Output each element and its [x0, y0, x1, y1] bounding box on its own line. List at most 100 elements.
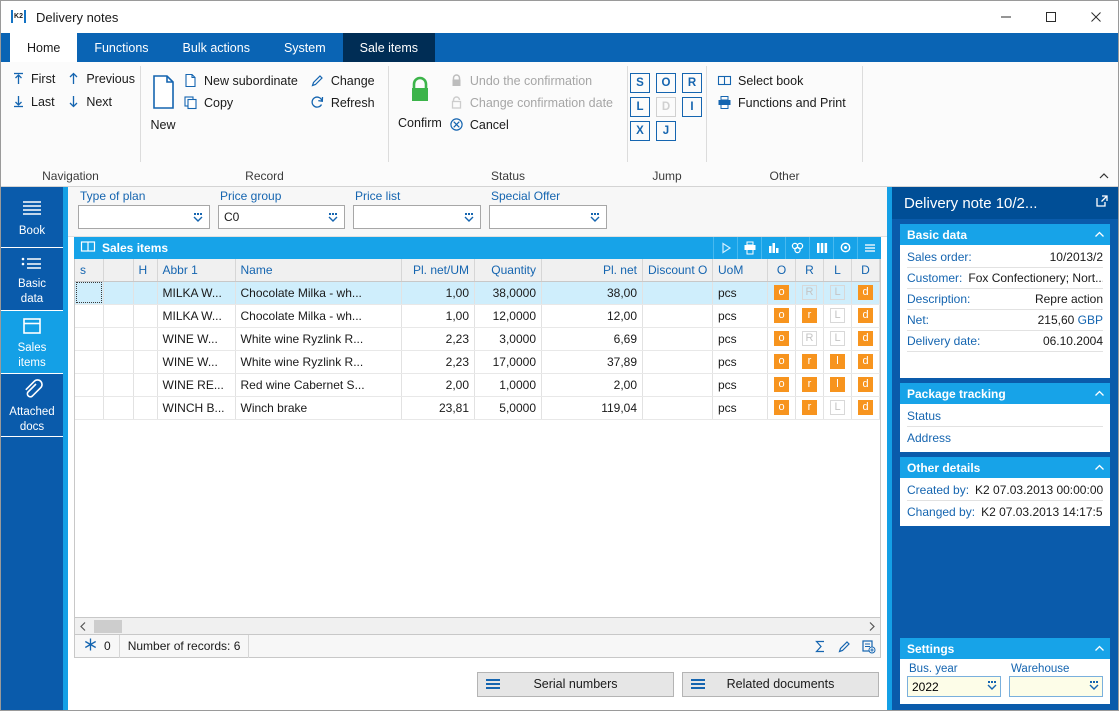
col-l[interactable]: L	[823, 259, 852, 282]
serial-numbers-button[interactable]: Serial numbers	[477, 671, 674, 697]
col-pl-net[interactable]: Pl. net	[541, 259, 643, 282]
section-other-details-header[interactable]: Other details	[900, 457, 1110, 478]
cell-s[interactable]	[75, 396, 104, 420]
cell-s[interactable]	[75, 373, 104, 397]
cell-flag-r[interactable]: r	[795, 350, 824, 374]
cell-flag-o[interactable]: o	[767, 304, 796, 328]
new-record-button[interactable]: New	[147, 68, 179, 132]
cell-flag-r[interactable]: r	[795, 373, 824, 397]
col-pl-net-um[interactable]: Pl. net/UM	[401, 259, 475, 282]
table-row[interactable]: WINE RE... Red wine Cabernet S... 2,00 1…	[75, 373, 880, 397]
section-basic-data-header[interactable]: Basic data	[900, 224, 1110, 245]
change-button[interactable]: Change	[306, 70, 383, 91]
price-list-select[interactable]	[353, 205, 481, 229]
col-quantity[interactable]: Quantity	[474, 259, 542, 282]
cell-s[interactable]	[75, 304, 104, 328]
cell-flag-d[interactable]: d	[851, 396, 880, 420]
undo-confirmation-button[interactable]: Undo the confirmation	[445, 70, 621, 91]
add-record-icon[interactable]	[856, 635, 880, 658]
menu-icon[interactable]	[857, 237, 881, 259]
tab-system[interactable]: System	[267, 33, 343, 62]
jump-button-d[interactable]: D	[656, 97, 676, 117]
cell-flag-o[interactable]: o	[767, 396, 796, 420]
section-package-tracking-header[interactable]: Package tracking	[900, 383, 1110, 404]
cell-flag-d[interactable]: d	[851, 327, 880, 351]
maximize-icon[interactable]	[1028, 1, 1073, 33]
cell-flag-o[interactable]: o	[767, 281, 796, 305]
jump-button-j[interactable]: J	[656, 121, 676, 141]
close-icon[interactable]	[1073, 1, 1118, 33]
cell-flag-l[interactable]: l	[823, 350, 852, 374]
horizontal-scrollbar[interactable]	[74, 618, 881, 635]
cell-s[interactable]	[75, 327, 104, 351]
col-d[interactable]: D	[851, 259, 880, 282]
cell-s[interactable]	[75, 350, 104, 374]
col-s[interactable]: s	[75, 259, 104, 282]
tab-bulk-actions[interactable]: Bulk actions	[166, 33, 267, 62]
warehouse-select[interactable]	[1009, 676, 1103, 697]
cell-flag-l[interactable]: L	[823, 281, 852, 305]
table-row[interactable]: WINCH B... Winch brake 23,81 5,0000 119,…	[75, 396, 880, 420]
jump-button-r[interactable]: R	[682, 73, 702, 93]
special-offer-select[interactable]	[489, 205, 607, 229]
cancel-button[interactable]: Cancel	[445, 114, 621, 135]
chevron-up-icon[interactable]	[1092, 642, 1106, 656]
bus-year-select[interactable]: 2022	[907, 676, 1001, 697]
col-h[interactable]: H	[133, 259, 158, 282]
select-book-button[interactable]: Select book	[713, 70, 854, 91]
marked-records[interactable]: 0	[75, 634, 120, 658]
print-icon[interactable]	[737, 237, 761, 259]
cell-flag-r[interactable]: r	[795, 304, 824, 328]
confirm-button[interactable]: Confirm	[395, 68, 445, 130]
scrollbar-thumb[interactable]	[94, 619, 122, 633]
cell-flag-d[interactable]: d	[851, 350, 880, 374]
functions-and-print-button[interactable]: Functions and Print	[713, 92, 854, 113]
chevron-up-icon[interactable]	[1092, 387, 1106, 401]
open-external-icon[interactable]	[1094, 193, 1110, 213]
scrollbar-track[interactable]	[92, 619, 863, 634]
col-abbr1[interactable]: Abbr 1	[157, 259, 236, 282]
jump-button-o[interactable]: O	[656, 73, 676, 93]
sidebar-item-attached-docs[interactable]: Attached docs	[1, 374, 63, 437]
new-subordinate-button[interactable]: New subordinate	[179, 70, 306, 91]
nav-first-button[interactable]: First	[7, 68, 62, 89]
jump-button-x[interactable]: X	[630, 121, 650, 141]
cell-flag-o[interactable]: o	[767, 350, 796, 374]
cell-flag-l[interactable]: L	[823, 304, 852, 328]
related-documents-button[interactable]: Related documents	[682, 671, 879, 697]
table-row[interactable]: WINE W... White wine Ryzlink R... 2,23 3…	[75, 327, 880, 351]
col-blank[interactable]	[103, 259, 134, 282]
refresh-button[interactable]: Refresh	[306, 92, 383, 113]
pivot-icon[interactable]	[785, 237, 809, 259]
nav-next-button[interactable]: Next	[62, 91, 142, 112]
sum-sigma-icon[interactable]	[808, 635, 832, 658]
tab-sale-items[interactable]: Sale items	[342, 33, 435, 62]
chevron-up-icon[interactable]	[1092, 461, 1106, 475]
tab-home[interactable]: Home	[10, 33, 78, 62]
cell-flag-l[interactable]: L	[823, 327, 852, 351]
type-of-plan-select[interactable]	[78, 205, 210, 229]
cell-s[interactable]	[75, 281, 104, 305]
col-r[interactable]: R	[795, 259, 824, 282]
scroll-left-icon[interactable]	[75, 619, 92, 634]
chevron-up-icon[interactable]	[1096, 168, 1112, 184]
chart-icon[interactable]	[761, 237, 785, 259]
section-settings-header[interactable]: Settings	[900, 638, 1110, 659]
nav-previous-button[interactable]: Previous	[62, 68, 142, 89]
cell-flag-d[interactable]: d	[851, 281, 880, 305]
cell-flag-d[interactable]: d	[851, 373, 880, 397]
sidebar-item-book[interactable]: Book	[1, 187, 63, 248]
cell-flag-l[interactable]: L	[823, 396, 852, 420]
jump-button-l[interactable]: L	[630, 97, 650, 117]
cell-flag-r[interactable]: R	[795, 281, 824, 305]
copy-button[interactable]: Copy	[179, 92, 306, 113]
cell-flag-o[interactable]: o	[767, 373, 796, 397]
price-group-select[interactable]: C0	[218, 205, 345, 229]
play-icon[interactable]	[713, 237, 737, 259]
chevron-up-icon[interactable]	[1092, 228, 1106, 242]
columns-icon[interactable]	[809, 237, 833, 259]
tab-functions[interactable]: Functions	[77, 33, 165, 62]
sidebar-item-sales-items[interactable]: Sales items	[1, 311, 63, 374]
sidebar-item-basic-data[interactable]: Basic data	[1, 248, 63, 311]
nav-last-button[interactable]: Last	[7, 91, 62, 112]
